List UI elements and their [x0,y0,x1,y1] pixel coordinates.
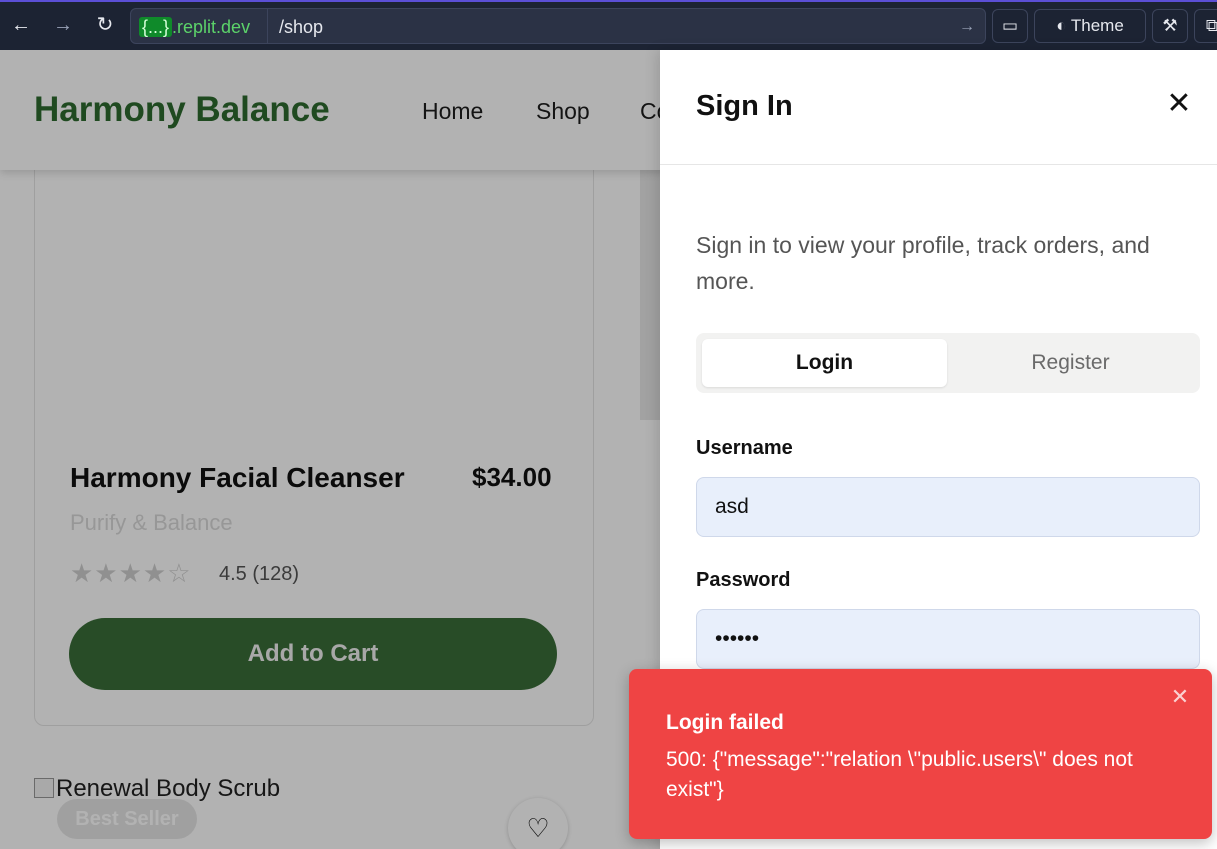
toast-close-icon[interactable]: ✕ [1168,685,1192,709]
tab-register[interactable]: Register [948,339,1193,387]
drawer-title: Sign In [696,90,793,122]
url-host: {...} .replit.dev [137,14,252,40]
wrench-icon[interactable]: ⚒ [1152,9,1188,43]
url-host-brace: {...} [139,17,173,37]
auth-tabs: Login Register [696,333,1200,393]
url-host-domain: .replit.dev [172,17,251,37]
browser-toolbar: ← → ↻ {...} .replit.dev /shop → ▭ ◐ Theme… [0,0,1217,50]
username-field[interactable]: asd [696,477,1200,537]
url-divider [267,9,268,43]
forward-arrow-icon[interactable]: → [48,10,78,40]
close-icon[interactable]: ✕ [1163,88,1195,120]
devtools-monitor-icon[interactable]: ▭ [992,9,1028,43]
go-arrow-icon[interactable]: → [959,14,975,40]
toast-message: 500: {"message":"relation \"public.users… [666,748,1133,801]
url-path: /shop [279,17,324,37]
reload-icon[interactable]: ↻ [90,10,120,40]
sign-in-intro: Sign in to view your profile, track orde… [696,232,1150,294]
password-field[interactable]: •••••• [696,609,1200,669]
error-toast: Login failed 500: {"message":"relation \… [629,669,1212,839]
theme-label: Theme [1070,16,1124,35]
username-label: Username [696,437,793,459]
theme-button[interactable]: ◐ Theme [1034,9,1146,43]
password-label: Password [696,569,791,591]
toast-title: Login failed [666,711,784,734]
back-arrow-icon[interactable]: ← [6,10,36,40]
address-bar[interactable]: {...} .replit.dev /shop → [130,8,986,44]
drawer-header: Sign In ✕ [660,50,1217,165]
tab-login[interactable]: Login [702,339,947,387]
open-external-icon[interactable]: ⧉ [1194,9,1217,43]
palette-icon: ◐ [1056,16,1067,35]
